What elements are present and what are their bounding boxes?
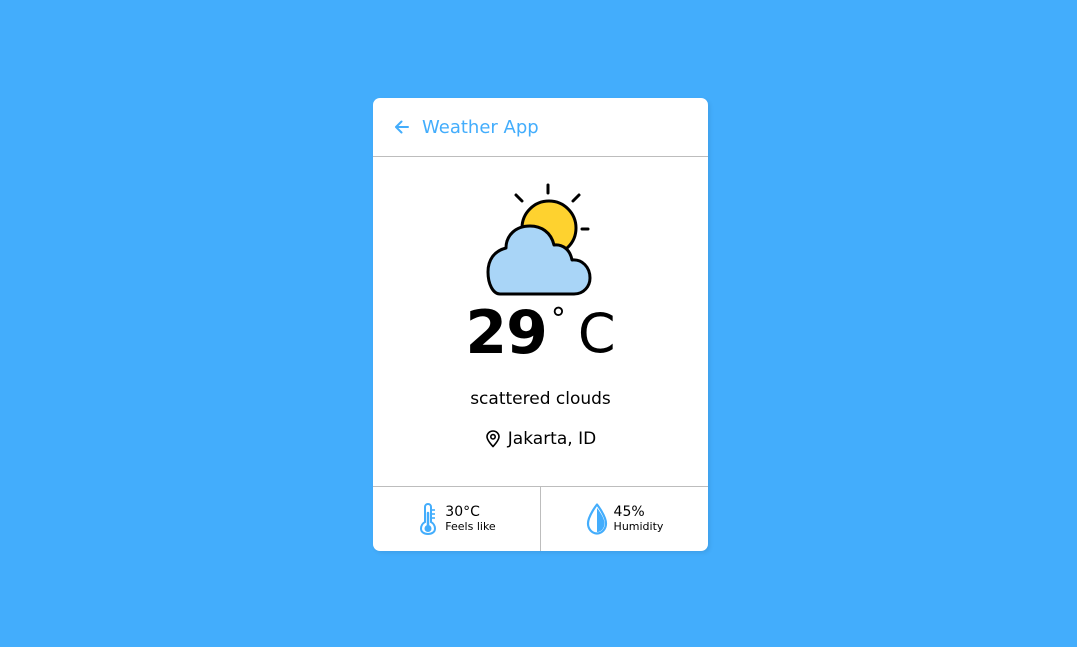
back-button[interactable] — [393, 118, 411, 136]
feels-like-stat: 30°C Feels like — [373, 487, 540, 551]
weather-description: scattered clouds — [470, 389, 611, 409]
location: Jakarta, ID — [485, 429, 596, 449]
thermometer-icon — [420, 503, 437, 535]
temperature-unit: C — [577, 302, 616, 365]
arrow-left-icon — [395, 120, 409, 134]
feels-like-value: 30°C — [445, 504, 480, 520]
app-title: Weather App — [422, 116, 539, 138]
weather-details: 30°C Feels like 45% Humidity — [373, 486, 708, 551]
temperature-display: 29 ° C — [465, 303, 615, 363]
location-pin-icon — [485, 430, 500, 448]
weather-main: 29 ° C scattered clouds Jakarta, ID — [373, 157, 708, 486]
feels-like-text: 30°C Feels like — [445, 504, 495, 534]
humidity-label: Humidity — [613, 520, 664, 533]
temperature-value: 29 — [465, 298, 547, 368]
partly-cloudy-icon — [486, 183, 591, 296]
water-drop-icon — [586, 503, 607, 535]
humidity-value: 45% — [613, 504, 645, 520]
location-text: Jakarta, ID — [507, 429, 597, 449]
weather-card: Weather App 29 ° C scattered clouds Jaka… — [373, 98, 708, 551]
humidity-text: 45% Humidity — [614, 504, 664, 534]
app-header: Weather App — [373, 98, 708, 157]
degree-symbol: ° — [550, 302, 566, 337]
feels-like-label: Feels like — [445, 520, 496, 533]
humidity-stat: 45% Humidity — [540, 487, 708, 551]
